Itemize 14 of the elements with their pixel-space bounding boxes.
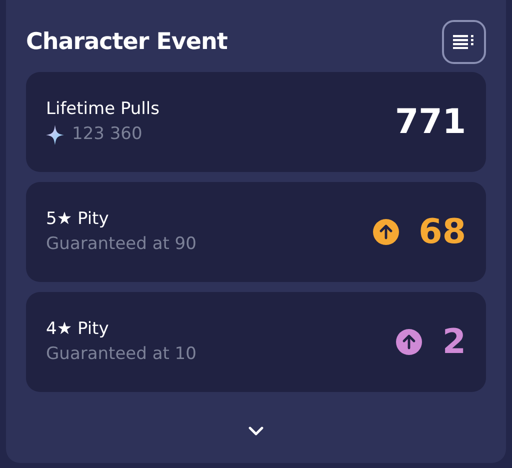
- menu-icon: [453, 35, 475, 49]
- chevron-icon: [248, 426, 264, 436]
- stat-label: 4★ Pity: [46, 318, 110, 340]
- stat-value: 771: [395, 100, 466, 144]
- panel-title: Character Event: [26, 28, 228, 57]
- stat-value: 68: [418, 210, 466, 254]
- stat-detail: Guaranteed at 10: [46, 343, 196, 366]
- stat-detail: Guaranteed at 90: [46, 233, 196, 256]
- stat-label: Lifetime Pulls: [46, 98, 160, 120]
- menu-button[interactable]: [442, 20, 486, 64]
- stat-label: 5★ Pity: [46, 208, 110, 230]
- sparkle-icon: [46, 124, 64, 145]
- stat-value: 2: [442, 320, 466, 364]
- stat-detail: 123 360: [72, 123, 142, 146]
